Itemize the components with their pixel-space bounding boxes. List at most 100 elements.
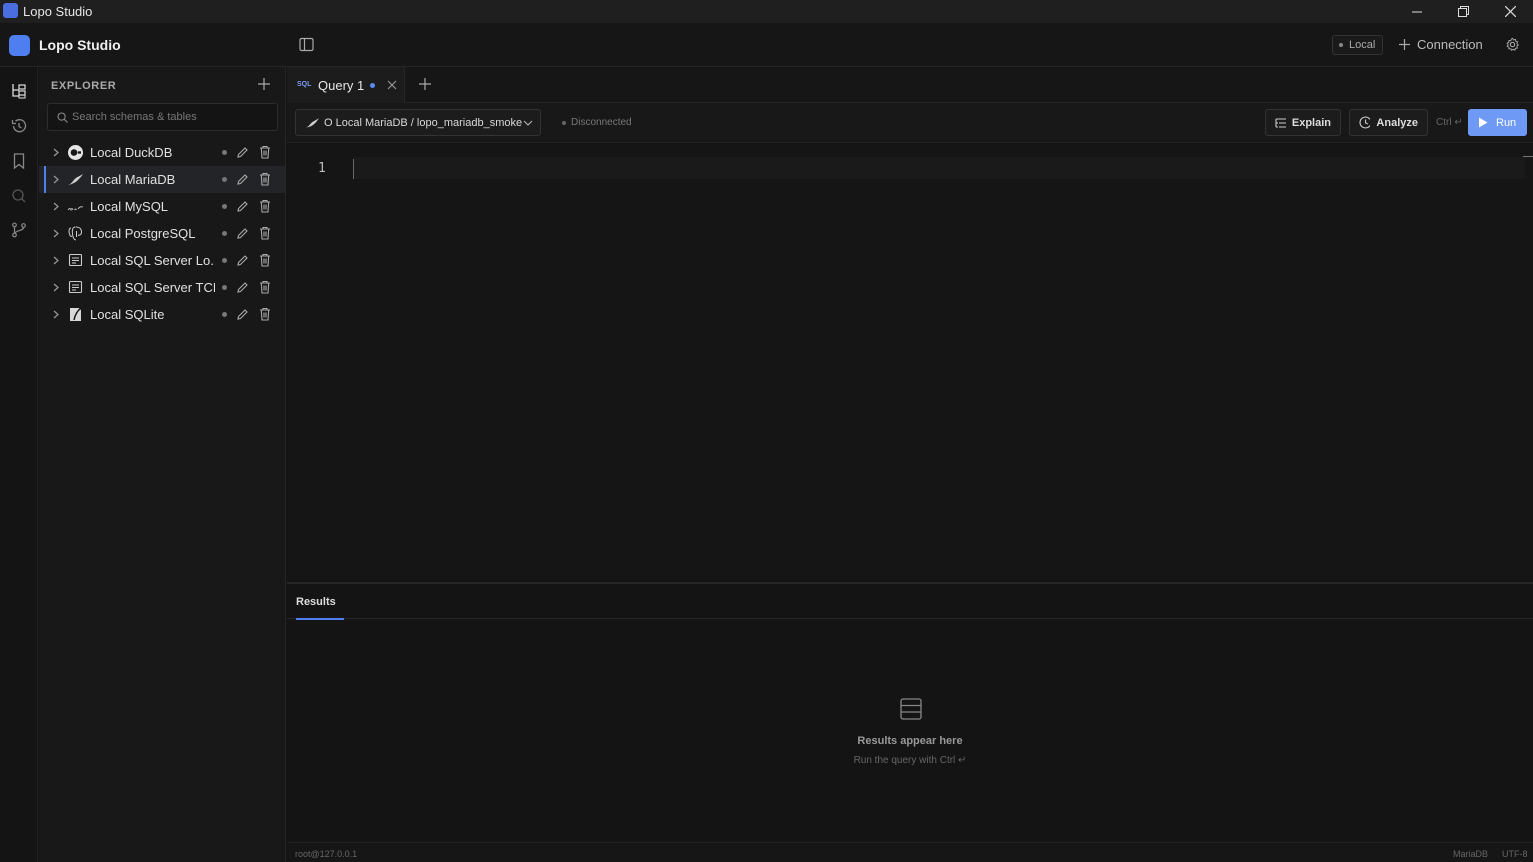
explain-button[interactable]: Explain: [1265, 109, 1341, 136]
connection-selector[interactable]: O Local MariaDB / lopo_mariadb_smoke: [295, 109, 541, 136]
git-activity-button[interactable]: [10, 221, 28, 239]
close-icon: [1504, 6, 1516, 17]
connection-item-mariadb[interactable]: Local MariaDB: [39, 166, 285, 193]
gear-icon: [1506, 37, 1520, 52]
explorer-title: EXPLORER: [51, 80, 117, 92]
connection-status-dot: [222, 204, 227, 209]
history-icon: [11, 119, 27, 133]
results-empty-title: Results appear here: [857, 735, 963, 747]
trash-icon[interactable]: [259, 280, 271, 294]
plus-icon: [258, 78, 270, 90]
dialect-indicator[interactable]: MariaDB: [1453, 849, 1488, 859]
trash-icon[interactable]: [259, 199, 271, 213]
saved-queries-activity-button[interactable]: [10, 152, 28, 170]
tab-results[interactable]: Results: [287, 584, 345, 620]
connection-name: Local SQL Server Lo...: [90, 253, 215, 268]
connection-item-duckdb[interactable]: Local DuckDB: [39, 139, 285, 166]
brand-name: Lopo Studio: [39, 37, 121, 53]
unsaved-indicator: [370, 83, 375, 88]
git-branch-icon: [12, 222, 26, 238]
trash-icon[interactable]: [259, 226, 271, 240]
results-empty-subtitle: Run the query with Ctrl ↵: [853, 755, 967, 766]
history-activity-button[interactable]: [10, 117, 28, 135]
status-bar: root@127.0.0.1 MariaDB UTF-8: [287, 842, 1533, 862]
connection-item-postgresql[interactable]: Local PostgreSQL: [39, 220, 285, 247]
connection-name: Local DuckDB: [90, 145, 173, 160]
connection-status-dot: [222, 285, 227, 290]
pencil-icon[interactable]: [236, 146, 249, 159]
connection-status-dot: [222, 150, 227, 155]
connection-item-sqlserver-local[interactable]: Local SQL Server Lo...: [39, 247, 285, 274]
status-label: Disconnected: [571, 117, 632, 128]
connection-name: Local MariaDB: [90, 172, 176, 187]
trash-icon[interactable]: [259, 307, 271, 321]
restore-button[interactable]: [1440, 0, 1486, 23]
plus-icon: [419, 78, 431, 90]
pencil-icon[interactable]: [236, 227, 249, 240]
schema-search-input[interactable]: [72, 104, 272, 130]
results-tab-bar: Results: [287, 584, 1533, 620]
duckdb-icon: [68, 145, 83, 160]
tab-label: Query 1: [318, 78, 365, 93]
environment-badge: Local: [1332, 35, 1384, 55]
settings-button[interactable]: [1505, 37, 1520, 52]
sql-editor[interactable]: 1: [287, 143, 1533, 580]
run-button[interactable]: Run: [1468, 109, 1527, 136]
pencil-icon[interactable]: [236, 254, 249, 267]
plus-icon: [1399, 39, 1410, 50]
search-icon: [12, 189, 26, 203]
sqlserver-icon: [68, 253, 83, 267]
trash-icon[interactable]: [259, 145, 271, 159]
connection-item-mysql[interactable]: Local MySQL: [39, 193, 285, 220]
trash-icon[interactable]: [259, 253, 271, 267]
environment-dot: [1339, 43, 1343, 47]
table-icon: [900, 698, 922, 720]
new-connection-label: Connection: [1417, 37, 1483, 52]
search-icon: [57, 112, 68, 123]
explain-label: Explain: [1291, 116, 1331, 129]
connection-name: Local SQL Server TCP: [90, 280, 215, 295]
mariadb-icon: [68, 174, 83, 185]
restore-icon: [1457, 6, 1469, 17]
line-number: 1: [318, 161, 326, 176]
pencil-icon[interactable]: [236, 308, 249, 321]
minimize-button[interactable]: [1394, 0, 1440, 23]
pencil-icon[interactable]: [236, 173, 249, 186]
connection-status-dot: [222, 231, 227, 236]
scrollbar-marker[interactable]: [1523, 156, 1533, 157]
tab-query-1[interactable]: SQL Query 1: [287, 67, 405, 103]
connection-item-sqlserver-tcp[interactable]: Local SQL Server TCP: [39, 274, 285, 301]
run-label: Run: [1496, 116, 1517, 129]
sidebar-toggle-button[interactable]: [299, 37, 314, 52]
app-header: Lopo Studio Local Connection: [0, 23, 1533, 67]
explorer-activity-button[interactable]: [10, 82, 28, 100]
trash-icon[interactable]: [259, 172, 271, 186]
new-tab-button[interactable]: [419, 78, 431, 90]
chevron-right-icon: [53, 229, 59, 238]
sqlserver-icon: [68, 280, 83, 294]
connection-status: Disconnected: [562, 117, 632, 128]
new-connection-button[interactable]: Connection: [1399, 37, 1483, 52]
search-activity-button[interactable]: [10, 187, 28, 205]
pencil-icon[interactable]: [236, 200, 249, 213]
connection-name: Local MySQL: [90, 199, 169, 214]
explorer-panel: EXPLORER Local DuckDB Local MariaDB Loca…: [39, 67, 286, 862]
analyze-label: Analyze: [1376, 116, 1418, 129]
analyze-button[interactable]: Analyze: [1349, 109, 1428, 136]
sidebar-toggle-icon: [299, 37, 314, 52]
status-dot: [562, 120, 566, 125]
encoding-indicator[interactable]: UTF-8: [1502, 849, 1528, 859]
connection-user: root@127.0.0.1: [295, 849, 358, 859]
sqlite-icon: [70, 307, 82, 321]
connection-name: Local PostgreSQL: [90, 226, 196, 241]
close-tab-icon[interactable]: [387, 80, 397, 90]
explain-list-icon: [1275, 117, 1286, 128]
close-window-button[interactable]: [1487, 0, 1533, 23]
connection-item-sqlite[interactable]: Local SQLite: [39, 301, 285, 328]
text-cursor: [353, 159, 354, 179]
pencil-icon[interactable]: [236, 281, 249, 294]
chevron-right-icon: [53, 202, 59, 211]
query-tab-bar: SQL Query 1: [287, 67, 1533, 103]
window-title: Lopo Studio: [23, 4, 93, 19]
add-connection-button[interactable]: [258, 78, 270, 90]
